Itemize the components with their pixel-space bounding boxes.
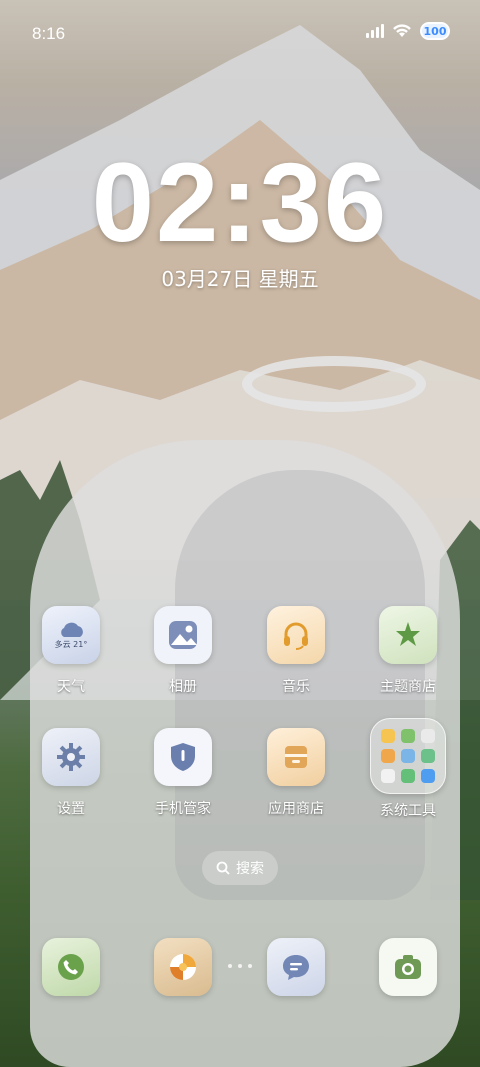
dock-browser[interactable] [133,938,233,996]
app-phone-manager[interactable]: 手机管家 [133,728,233,818]
home-screen: 8:16 100 02:36 03月27日 星期五 多云 21° 天气 相册 音… [0,0,480,1067]
dock-messages[interactable] [246,938,346,996]
gallery-icon [154,606,212,664]
camera-icon [379,938,437,996]
app-label: 应用商店 [268,801,324,817]
clock-widget-time[interactable]: 02:36 [0,138,480,267]
home-search-button[interactable]: 搜索 [202,851,278,885]
search-icon [216,861,230,875]
app-label: 音乐 [282,679,310,695]
wifi-icon [393,24,411,37]
battery-icon: 100 [420,22,450,40]
browser-icon [154,938,212,996]
app-weather[interactable]: 多云 21° 天气 [21,606,121,696]
app-music[interactable]: 音乐 [246,606,346,696]
app-label: 手机管家 [155,801,211,817]
app-gallery[interactable]: 相册 [133,606,233,696]
status-time: 8:16 [32,24,66,43]
app-label: 系统工具 [380,803,436,819]
folder-icon [370,718,446,794]
dock-camera[interactable] [358,938,458,996]
app-app-store[interactable]: 应用商店 [246,728,346,818]
app-theme-store[interactable]: 主题商店 [358,606,458,696]
headphones-icon [267,606,325,664]
gear-icon [42,728,100,786]
phone-icon [42,938,100,996]
dock-phone[interactable] [21,938,121,996]
app-folder-system-tools[interactable]: 系统工具 [358,718,458,820]
weather-icon: 多云 21° [42,606,100,664]
signal-icon [366,24,384,38]
wallpaper-halo [242,356,426,412]
search-label: 搜索 [236,861,264,877]
app-label: 主题商店 [380,679,436,695]
app-label: 天气 [57,679,85,695]
app-settings[interactable]: 设置 [21,728,121,818]
message-icon [267,938,325,996]
status-icons: 100 [366,22,450,40]
theme-store-icon [379,606,437,664]
app-label: 相册 [169,679,197,695]
weather-badge: 多云 21° [54,639,88,649]
app-label: 设置 [57,801,85,817]
clock-widget-date: 03月27日 星期五 [161,267,319,291]
app-store-icon [267,728,325,786]
shield-icon [154,728,212,786]
